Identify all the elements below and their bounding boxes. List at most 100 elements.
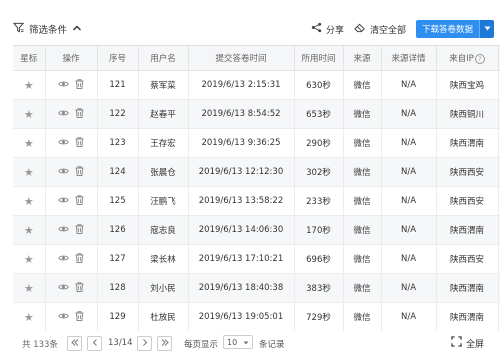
eye-icon[interactable]: [58, 196, 69, 207]
duration-cell: 729秒: [294, 302, 344, 331]
user-cell: 蔡军菜: [138, 70, 189, 100]
col-header-ops: 操作: [45, 46, 98, 71]
share-label: 分享: [325, 25, 344, 36]
star-icon[interactable]: ★: [24, 79, 34, 92]
per-page-select[interactable]: 10: [223, 335, 253, 349]
star-cell: ★: [13, 273, 46, 303]
help-icon[interactable]: ?: [474, 53, 485, 64]
trash-icon[interactable]: [75, 78, 84, 92]
eye-icon[interactable]: [58, 312, 69, 323]
col-header-duration[interactable]: 所用时间: [294, 46, 344, 71]
next-page-button[interactable]: [137, 336, 152, 351]
star-icon[interactable]: ★: [24, 311, 34, 324]
duration-cell: 233秒: [294, 186, 344, 216]
eye-icon[interactable]: [58, 138, 69, 149]
eye-icon[interactable]: [58, 225, 69, 236]
table-row[interactable]: ★123王存宏2019/6/13 9:36:25290秒微信N/A陕西渭南9: [13, 128, 500, 158]
filter-toggle[interactable]: 筛选条件: [12, 22, 82, 36]
star-icon[interactable]: ★: [24, 253, 34, 266]
share-button[interactable]: 分享: [311, 22, 344, 36]
eye-icon[interactable]: [58, 254, 69, 265]
star-cell: ★: [13, 302, 46, 331]
trash-icon[interactable]: [75, 281, 84, 295]
download-menu-toggle[interactable]: [479, 20, 494, 38]
user-cell: 刘小民: [138, 273, 189, 303]
ops-cell: [45, 128, 98, 158]
download-button[interactable]: 下载答卷数据: [415, 20, 479, 38]
table-row[interactable]: ★125汪鹏飞2019/6/13 13:58:22233秒微信N/A陕西西安5: [13, 186, 500, 216]
prev-page-button[interactable]: [87, 336, 102, 351]
user-cell: 梁长林: [138, 244, 189, 274]
eye-icon[interactable]: [58, 283, 69, 294]
pagination-bar: 共 133条 13/14 每页显示 10 条记录 全屏: [0, 330, 500, 357]
trash-icon[interactable]: [75, 165, 84, 179]
duration-cell: 302秒: [294, 157, 344, 187]
source-cell: 微信: [343, 244, 382, 274]
star-icon[interactable]: ★: [24, 195, 34, 208]
source-cell: 微信: [343, 157, 382, 187]
table-row[interactable]: ★127梁长林2019/6/13 17:10:21696秒微信N/A陕西西安6: [13, 244, 500, 274]
user-cell: 张晨仓: [138, 157, 189, 187]
source-detail-cell: N/A: [381, 99, 437, 129]
chevron-down-icon: [484, 24, 491, 34]
ip-cell: 陕西西安: [436, 244, 499, 274]
trash-icon[interactable]: [75, 136, 84, 150]
seq-cell: 123: [97, 128, 139, 158]
table-row[interactable]: ★128刘小民2019/6/13 18:40:38383秒微信N/A陕西渭南7: [13, 273, 500, 303]
user-cell: 王存宏: [138, 128, 189, 158]
ip-cell: 陕西渭南: [436, 302, 499, 331]
eye-icon[interactable]: [58, 80, 69, 91]
source-cell: 微信: [343, 99, 382, 129]
col-header-seq[interactable]: 序号: [97, 46, 139, 71]
submit-time-cell: 2019/6/13 18:40:38: [188, 273, 295, 303]
source-cell: 微信: [343, 128, 382, 158]
duration-cell: 383秒: [294, 273, 344, 303]
seq-cell: 124: [97, 157, 139, 187]
col-header-submit-time[interactable]: 提交答卷时间: [188, 46, 295, 71]
share-icon: [311, 22, 322, 36]
trash-icon[interactable]: [75, 252, 84, 266]
seq-cell: 128: [97, 273, 139, 303]
table-row[interactable]: ★121蔡军菜2019/6/13 2:15:31630秒微信N/A陕西宝鸡3: [13, 70, 500, 100]
eye-icon[interactable]: [58, 167, 69, 178]
user-cell: 汪鹏飞: [138, 186, 189, 216]
last-page-button[interactable]: [157, 336, 172, 351]
source-detail-cell: N/A: [381, 215, 437, 245]
trash-icon[interactable]: [75, 310, 84, 324]
star-icon[interactable]: ★: [24, 108, 34, 121]
trash-icon[interactable]: [75, 107, 84, 121]
star-icon[interactable]: ★: [24, 224, 34, 237]
eye-icon[interactable]: [58, 109, 69, 120]
col-header-ip: 来自IP?: [436, 46, 499, 71]
submit-time-cell: 2019/6/13 17:10:21: [188, 244, 295, 274]
duration-cell: 290秒: [294, 128, 344, 158]
table-row[interactable]: ★122赵春平2019/6/13 8:54:52653秒微信N/A陕西铜川7: [13, 99, 500, 129]
ip-cell: 陕西渭南: [436, 273, 499, 303]
col-header-source-detail: 来源详情: [381, 46, 437, 71]
download-button-group: 下载答卷数据: [415, 20, 494, 38]
ip-cell: 陕西渭南: [436, 128, 499, 158]
star-cell: ★: [13, 215, 46, 245]
double-chevron-left-icon: [70, 339, 79, 348]
clear-all-label: 清空全部: [369, 25, 406, 36]
fullscreen-button[interactable]: 全屏: [451, 336, 484, 350]
star-icon[interactable]: ★: [24, 282, 34, 295]
trash-icon[interactable]: [75, 223, 84, 237]
star-icon[interactable]: ★: [24, 137, 34, 150]
star-icon[interactable]: ★: [24, 166, 34, 179]
table-row[interactable]: ★129杜放民2019/6/13 19:05:01729秒微信N/A陕西渭南9: [13, 302, 500, 331]
source-detail-cell: N/A: [381, 244, 437, 274]
duration-cell: 653秒: [294, 99, 344, 129]
trash-icon[interactable]: [75, 194, 84, 208]
chevron-up-icon: [72, 24, 82, 35]
source-cell: 微信: [343, 273, 382, 303]
clear-all-button[interactable]: 清空全部: [354, 22, 406, 36]
per-page-unit: 条记录: [259, 340, 285, 350]
first-page-button[interactable]: [67, 336, 82, 351]
table-row[interactable]: ★126寇志良2019/6/13 14:06:30170秒微信N/A陕西渭南7: [13, 215, 500, 245]
toolbar-actions: 分享 清空全部 下载答卷数据: [311, 20, 494, 38]
submit-time-cell: 2019/6/13 14:06:30: [188, 215, 295, 245]
ops-cell: [45, 215, 98, 245]
table-row[interactable]: ★124张晨仓2019/6/13 12:12:30302秒微信N/A陕西西安8: [13, 157, 500, 187]
star-cell: ★: [13, 128, 46, 158]
